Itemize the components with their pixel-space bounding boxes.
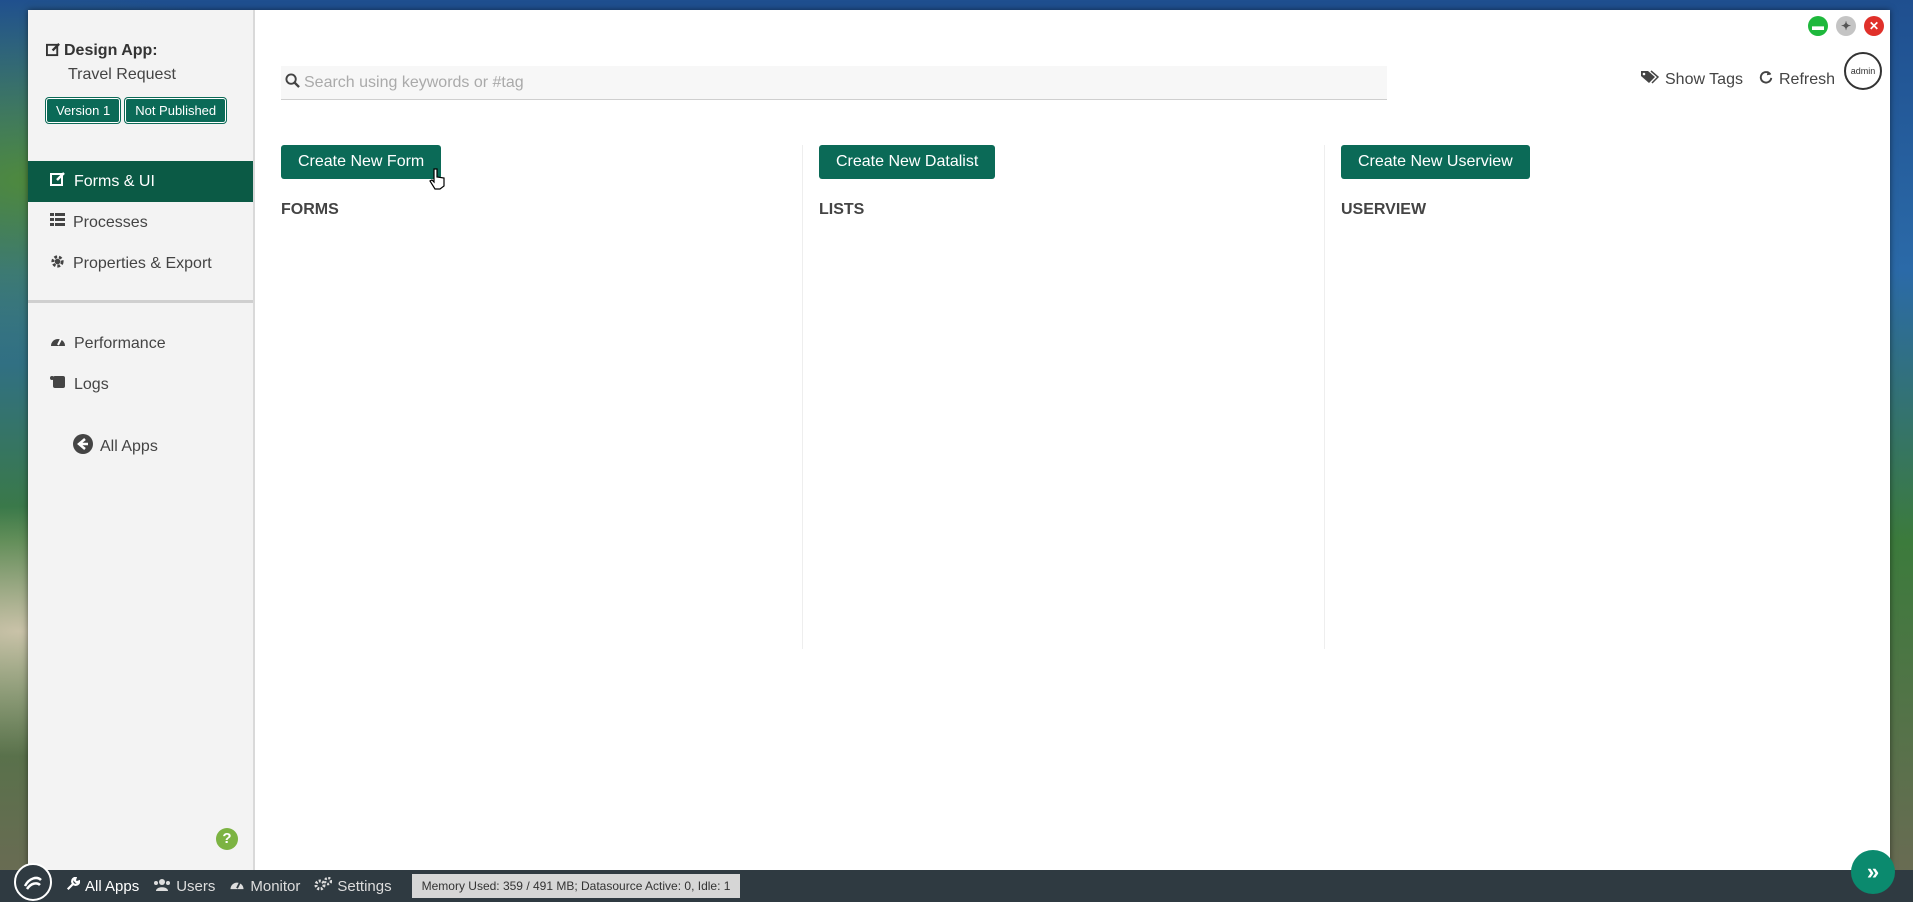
app-title: Design App: Travel Request [28, 10, 253, 86]
builder-columns: Create New Form FORMS Create New Datalis… [281, 145, 1851, 649]
arrow-circle-left-icon [72, 433, 94, 460]
users-icon [153, 878, 171, 895]
wrench-icon [66, 876, 81, 895]
sidebar-item-logs[interactable]: Logs [28, 364, 253, 405]
help-icon[interactable]: ? [216, 828, 238, 850]
main-content: Show Tags Refresh admin ▬ ✦ ✕ Create New… [257, 10, 1890, 870]
bottom-all-apps[interactable]: All Apps [66, 876, 140, 895]
bottom-settings[interactable]: Settings [314, 876, 392, 895]
sidebar-item-forms-ui[interactable]: Forms & UI [28, 161, 253, 202]
search-icon [285, 72, 300, 93]
create-new-userview-button[interactable]: Create New Userview [1341, 145, 1530, 179]
lists-heading: LISTS [819, 201, 865, 218]
top-links: Show Tags Refresh [1641, 70, 1835, 89]
search-input[interactable] [304, 73, 1364, 92]
sidebar-item-label: Processes [73, 213, 148, 231]
tags-icon [1641, 70, 1660, 89]
sidebar-item-label: Logs [74, 375, 109, 393]
userview-heading: USERVIEW [1341, 201, 1427, 218]
sidebar-nav: Forms & UI Processes Properties & Export [28, 161, 253, 284]
sidebar-nav-secondary: Performance Logs [28, 323, 253, 405]
close-icon[interactable]: ✕ [1864, 16, 1884, 36]
maximize-icon[interactable]: ▬ [1808, 16, 1828, 36]
sidebar-item-label: Properties & Export [73, 254, 212, 272]
bottom-item-label: Users [176, 877, 216, 895]
badges: Version 1 Not Published [46, 98, 253, 123]
window-controls: ▬ ✦ ✕ [1808, 16, 1884, 36]
show-tags-label: Show Tags [1665, 70, 1743, 88]
sidebar-item-label: Performance [74, 334, 166, 352]
dashboard-icon [50, 334, 66, 353]
sidebar: Design App: Travel Request Version 1 Not… [28, 10, 255, 870]
joget-logo-icon[interactable] [14, 863, 52, 901]
refresh-icon [1759, 70, 1773, 89]
refresh-label: Refresh [1778, 70, 1836, 88]
pin-icon[interactable]: ✦ [1836, 16, 1856, 36]
lists-column: Create New Datalist LISTS [803, 145, 1325, 649]
gear-icon [50, 254, 65, 274]
sidebar-item-label: Forms & UI [74, 172, 155, 190]
sidebar-divider [28, 300, 253, 303]
create-new-datalist-button[interactable]: Create New Datalist [819, 145, 996, 179]
bottom-monitor[interactable]: Monitor [229, 878, 300, 895]
forms-column: Create New Form FORMS [281, 145, 803, 649]
refresh-link[interactable]: Refresh [1759, 70, 1835, 89]
bottom-item-label: Settings [337, 877, 392, 895]
sidebar-item-properties-export[interactable]: Properties & Export [28, 243, 253, 284]
gears-icon [314, 876, 333, 895]
user-avatar[interactable]: admin [1844, 52, 1882, 90]
search-bar [281, 66, 1387, 100]
bottom-item-label: All Apps [85, 877, 140, 895]
app-name: Travel Request [68, 66, 176, 83]
sidebar-item-performance[interactable]: Performance [28, 323, 253, 364]
version-badge[interactable]: Version 1 [46, 98, 121, 123]
create-new-form-button[interactable]: Create New Form [281, 145, 442, 179]
bottom-bar: All Apps Users Monitor Settings Memory U… [0, 863, 1913, 902]
publish-status-badge[interactable]: Not Published [125, 98, 227, 123]
dashboard-icon [229, 878, 245, 895]
expand-chevrons-icon[interactable]: » [1851, 850, 1895, 894]
bottom-item-label: Monitor [250, 877, 301, 895]
list-icon [50, 213, 65, 232]
avatar-label: admin [1850, 66, 1876, 76]
show-tags-link[interactable]: Show Tags [1641, 70, 1743, 89]
memory-status: Memory Used: 359 / 491 MB; Datasource Ac… [411, 874, 741, 898]
design-label: Design App: [64, 42, 158, 59]
edit-icon [46, 42, 64, 64]
userview-column: Create New Userview USERVIEW [1325, 145, 1847, 649]
all-apps-back-link[interactable]: All Apps [72, 433, 253, 460]
edit-icon [50, 171, 66, 192]
hand-cursor-icon [429, 168, 447, 195]
all-apps-label: All Apps [100, 437, 158, 455]
sidebar-item-processes[interactable]: Processes [28, 202, 253, 243]
app-window: Design App: Travel Request Version 1 Not… [28, 10, 1890, 870]
scroll-icon [50, 375, 66, 394]
forms-heading: FORMS [281, 201, 339, 218]
bottom-users[interactable]: Users [153, 878, 215, 895]
